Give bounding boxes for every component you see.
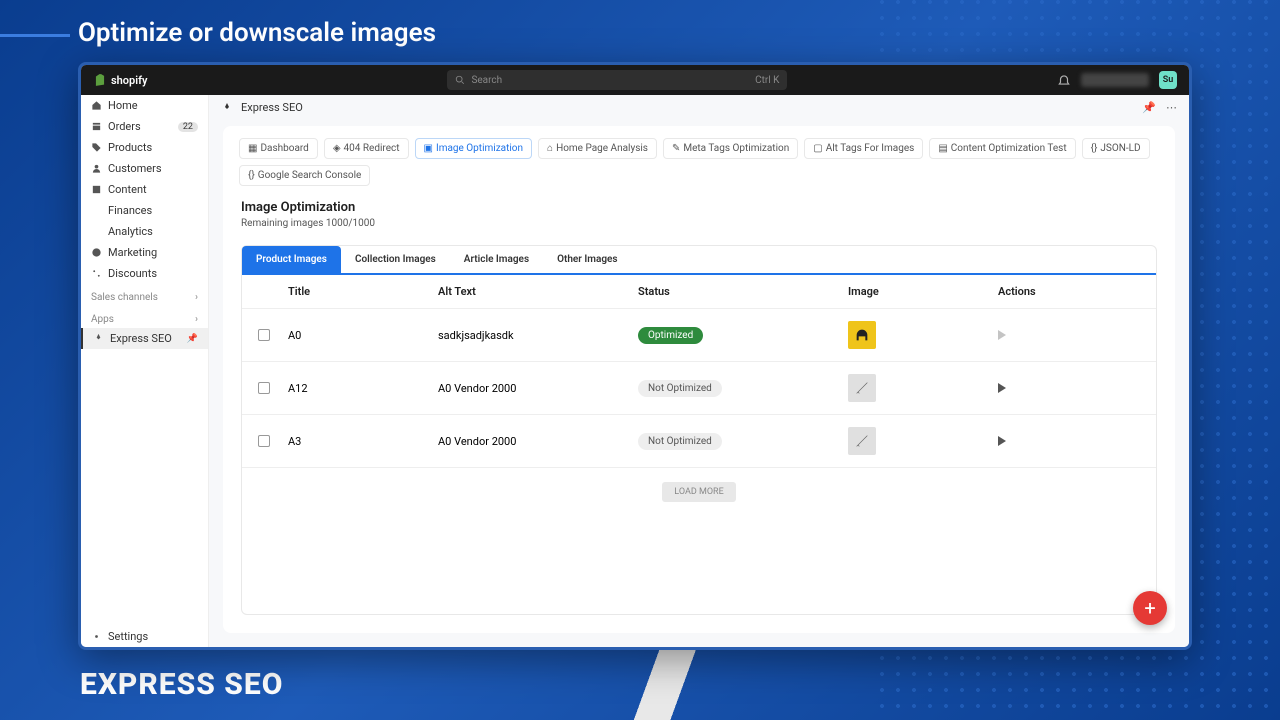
- tab-nav: ▦Dashboard ◈404 Redirect ▣Image Optimiza…: [223, 138, 1175, 186]
- gear-icon: [91, 631, 102, 642]
- notifications-icon[interactable]: [1057, 73, 1071, 87]
- sidebar-item-analytics[interactable]: Analytics: [81, 221, 208, 242]
- row-checkbox[interactable]: [258, 329, 270, 341]
- tab-alt[interactable]: ▢Alt Tags For Images: [804, 138, 923, 159]
- pen-icon: [854, 433, 870, 449]
- image-thumb[interactable]: [848, 321, 876, 349]
- pen-icon: [854, 380, 870, 396]
- tab-jsonld[interactable]: {}JSON-LD: [1082, 138, 1150, 159]
- user-icon: [91, 163, 102, 174]
- sidebar-item-orders[interactable]: Orders22: [81, 116, 208, 137]
- sidebar-item-discounts[interactable]: Discounts: [81, 263, 208, 284]
- page-title: Optimize or downscale images: [78, 18, 436, 48]
- image-thumb[interactable]: [848, 374, 876, 402]
- table-row: A12 A0 Vendor 2000 Not Optimized: [242, 362, 1156, 415]
- load-more-button[interactable]: LOAD MORE: [662, 482, 735, 502]
- brand[interactable]: shopify: [93, 73, 147, 87]
- cell-title: A12: [288, 382, 438, 395]
- orders-badge: 22: [178, 122, 198, 132]
- cell-title: A3: [288, 435, 438, 448]
- cell-alt: sadkjsadjkasdk: [438, 329, 638, 342]
- status-badge: Not Optimized: [638, 433, 722, 450]
- pin-icon[interactable]: 📌: [187, 334, 198, 344]
- finance-icon: [91, 205, 102, 216]
- optimize-button[interactable]: [998, 436, 1006, 446]
- main-card: ▦Dashboard ◈404 Redirect ▣Image Optimiza…: [223, 126, 1175, 633]
- shopify-icon: [93, 73, 107, 87]
- target-icon: [91, 247, 102, 258]
- tab-content-opt[interactable]: ▤Content Optimization Test: [929, 138, 1075, 159]
- footer-brand: EXPRESS SEO: [80, 667, 283, 702]
- app-window: shopify Search Ctrl K Su Home Orders22 P…: [78, 62, 1192, 650]
- rocket-icon: [221, 102, 233, 114]
- rocket-icon: [93, 333, 104, 344]
- subtab-nav: Product Images Collection Images Article…: [242, 246, 1156, 275]
- chart-icon: [91, 226, 102, 237]
- subtab-other[interactable]: Other Images: [543, 246, 631, 273]
- row-checkbox[interactable]: [258, 435, 270, 447]
- table-row: A3 A0 Vendor 2000 Not Optimized: [242, 415, 1156, 468]
- tab-gsc[interactable]: {}Google Search Console: [239, 165, 370, 186]
- optimize-button[interactable]: [998, 330, 1006, 340]
- status-badge: Not Optimized: [638, 380, 722, 397]
- cell-alt: A0 Vendor 2000: [438, 382, 638, 395]
- tab-meta[interactable]: ✎Meta Tags Optimization: [663, 138, 798, 159]
- tab-image-optimization[interactable]: ▣Image Optimization: [415, 138, 533, 159]
- sidebar-item-express-seo[interactable]: Express SEO📌: [81, 328, 208, 349]
- sidebar-item-finances[interactable]: Finances: [81, 200, 208, 221]
- sidebar-item-home[interactable]: Home: [81, 95, 208, 116]
- table-header: Title Alt Text Status Image Actions: [242, 275, 1156, 309]
- fab-add-button[interactable]: +: [1133, 591, 1167, 625]
- section-title: Image Optimization: [241, 200, 1157, 215]
- headphone-icon: [854, 327, 870, 343]
- content-icon: [91, 184, 102, 195]
- subtab-product[interactable]: Product Images: [242, 246, 341, 273]
- section-subtitle: Remaining images 1000/1000: [241, 218, 1157, 229]
- tab-404[interactable]: ◈404 Redirect: [324, 138, 409, 159]
- orders-icon: [91, 121, 102, 132]
- cell-alt: A0 Vendor 2000: [438, 435, 638, 448]
- row-checkbox[interactable]: [258, 382, 270, 394]
- sidebar-item-products[interactable]: Products: [81, 137, 208, 158]
- search-icon: [455, 75, 465, 85]
- subtab-collection[interactable]: Collection Images: [341, 246, 450, 273]
- pin-icon[interactable]: 📌: [1142, 101, 1156, 114]
- image-thumb[interactable]: [848, 427, 876, 455]
- status-badge: Optimized: [638, 327, 703, 344]
- search-input[interactable]: Search Ctrl K: [447, 70, 787, 90]
- tab-homepage[interactable]: ⌂Home Page Analysis: [538, 138, 657, 159]
- breadcrumb: Express SEO 📌 ⋯: [209, 95, 1189, 120]
- sidebar-apps[interactable]: Apps›: [81, 306, 208, 328]
- tag-icon: [91, 142, 102, 153]
- sidebar-item-marketing[interactable]: Marketing: [81, 242, 208, 263]
- home-icon: [91, 100, 102, 111]
- avatar[interactable]: Su: [1159, 71, 1177, 89]
- cell-title: A0: [288, 329, 438, 342]
- subtab-article[interactable]: Article Images: [450, 246, 543, 273]
- tab-dashboard[interactable]: ▦Dashboard: [239, 138, 318, 159]
- more-icon[interactable]: ⋯: [1166, 101, 1177, 114]
- sidebar-sales-channels[interactable]: Sales channels›: [81, 284, 208, 306]
- sidebar-item-customers[interactable]: Customers: [81, 158, 208, 179]
- user-name[interactable]: [1081, 73, 1149, 87]
- sidebar-item-settings[interactable]: Settings: [81, 626, 208, 647]
- table-row: A0 sadkjsadjkasdk Optimized: [242, 309, 1156, 362]
- percent-icon: [91, 268, 102, 279]
- sidebar-item-content[interactable]: Content: [81, 179, 208, 200]
- sidebar: Home Orders22 Products Customers Content…: [81, 95, 209, 647]
- topbar: shopify Search Ctrl K Su: [81, 65, 1189, 95]
- optimize-button[interactable]: [998, 383, 1006, 393]
